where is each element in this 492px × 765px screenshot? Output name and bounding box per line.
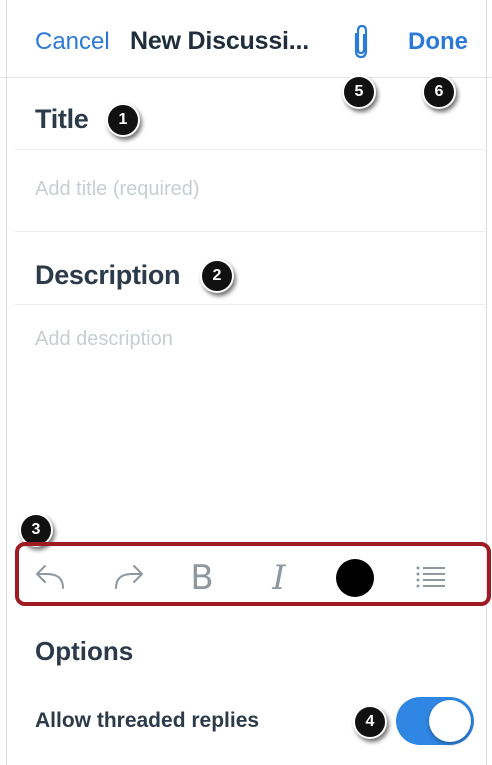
callout-2: 2 [200, 259, 234, 293]
paperclip-icon[interactable] [347, 22, 375, 62]
description-heading: Description [35, 260, 181, 290]
options-heading: Options [35, 636, 134, 666]
page-title: New Discussi... [130, 27, 310, 55]
cancel-button[interactable]: Cancel [35, 28, 110, 56]
italic-label: I [272, 558, 286, 598]
callout-4: 4 [353, 705, 387, 739]
undo-icon[interactable] [31, 558, 71, 598]
bold-label: B [190, 558, 214, 598]
divider [15, 304, 487, 305]
redo-icon[interactable] [108, 558, 148, 598]
italic-button[interactable]: I [259, 558, 299, 598]
navigation-bar: Cancel New Discussi... Done [0, 0, 492, 78]
description-input[interactable]: Add description [35, 328, 173, 351]
formatting-toolbar: B I [15, 542, 491, 606]
divider [15, 231, 487, 232]
toggle-knob [429, 700, 471, 742]
threaded-replies-toggle[interactable] [396, 697, 474, 745]
callout-6: 6 [422, 75, 456, 109]
callout-5: 5 [342, 75, 376, 109]
done-button[interactable]: Done [408, 28, 468, 56]
callout-1: 1 [106, 103, 140, 137]
color-swatch [336, 559, 374, 597]
threaded-replies-label: Allow threaded replies [35, 709, 260, 732]
text-color-button[interactable] [335, 558, 375, 598]
bulleted-list-icon[interactable] [411, 558, 451, 598]
divider [15, 149, 487, 150]
title-input[interactable]: Add title (required) [35, 178, 200, 201]
title-heading: Title [35, 104, 89, 134]
bold-button[interactable]: B [182, 558, 222, 598]
